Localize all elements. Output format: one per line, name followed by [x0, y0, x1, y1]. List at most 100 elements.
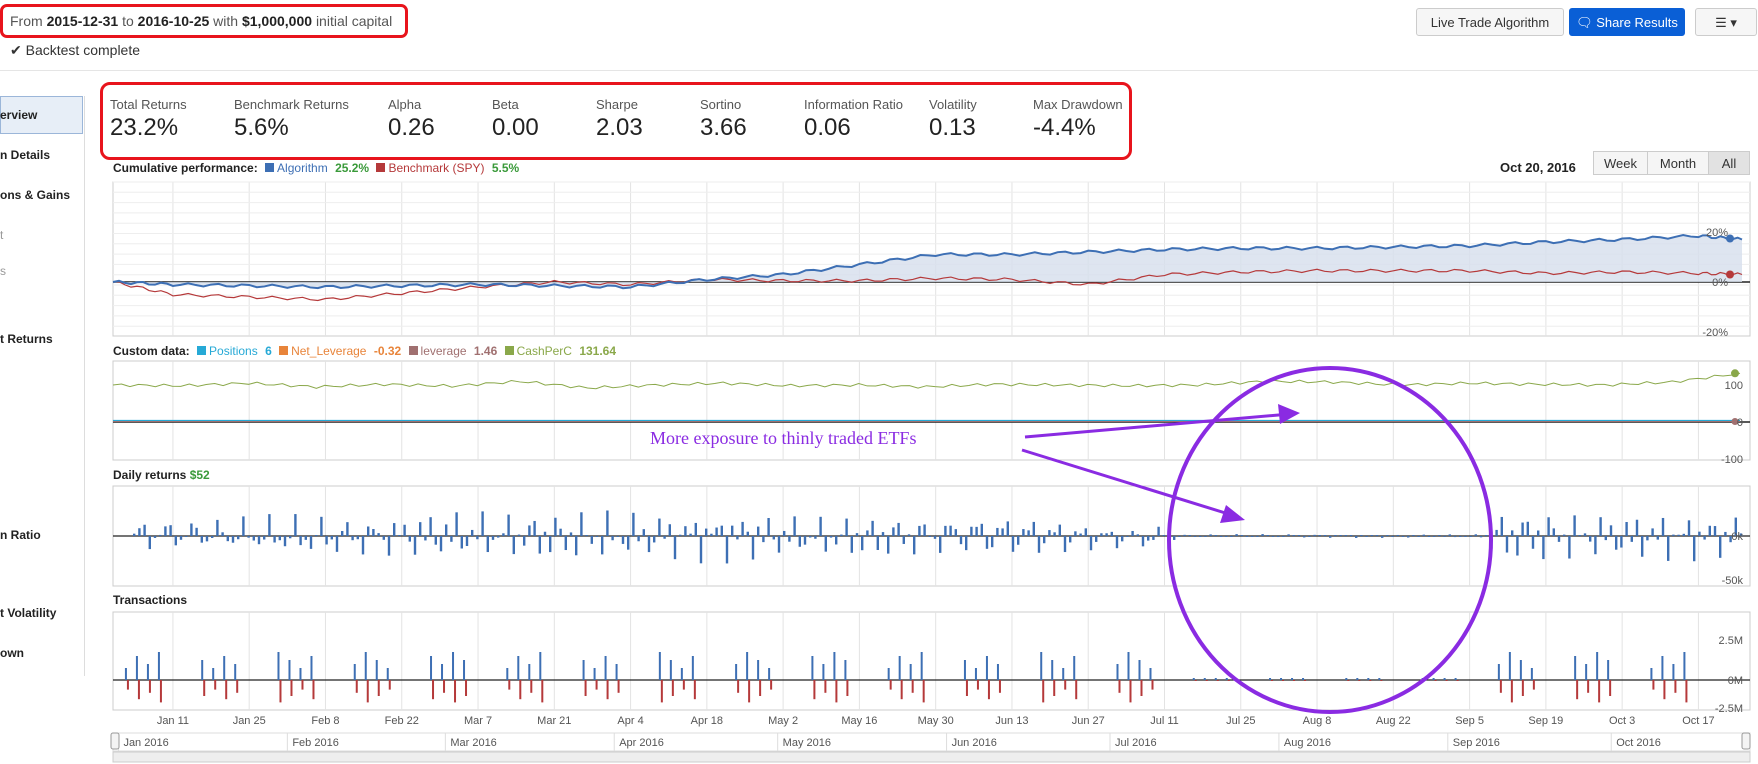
buy-bar [1138, 660, 1141, 680]
daily-return-bar [1703, 536, 1706, 540]
sell-bar [1663, 680, 1666, 700]
daily-return-bar [143, 524, 146, 536]
sell-bar [443, 680, 446, 693]
x-tick-label: Apr 4 [617, 715, 643, 727]
sell-bar [1652, 680, 1655, 690]
buy-bar [539, 652, 542, 680]
daily-return-bar [1677, 534, 1680, 536]
sell-bar [1532, 680, 1535, 690]
daily-return-bar [939, 536, 942, 553]
sell-bar [1042, 680, 1045, 703]
buy-bar [1073, 656, 1076, 680]
sell-bar [454, 680, 457, 703]
sell-bar [1576, 680, 1579, 700]
daily-return-bar [263, 536, 266, 540]
daily-return-bar [611, 536, 614, 541]
daily-return-bar [533, 520, 536, 536]
daily-return-bar [1115, 536, 1119, 549]
daily-return-bar [450, 536, 453, 542]
navigator-label: Aug 2016 [1284, 737, 1331, 749]
daily-return-bar [928, 536, 931, 537]
daily-return-bar [1724, 531, 1727, 536]
daily-return-bar [398, 535, 401, 536]
sell-bar [1445, 680, 1448, 681]
daily-return-bar [1131, 530, 1134, 536]
buy-bar [1225, 678, 1228, 680]
sell-bar [835, 680, 838, 703]
buy-bar [1661, 656, 1664, 680]
daily-return-bar [1594, 536, 1597, 555]
daily-return-bar [835, 536, 838, 545]
daily-return-bar [762, 536, 765, 543]
daily-return-bar [1027, 530, 1030, 536]
y-tick-label: 0k [1731, 531, 1743, 543]
daily-return-bar [1329, 536, 1332, 538]
daily-return-bar [1173, 536, 1176, 540]
y-tick-label: 20% [1706, 227, 1728, 239]
x-tick-label: Jul 11 [1150, 715, 1179, 727]
buy-bar [430, 656, 433, 680]
buy-bar [353, 664, 356, 680]
buy-bar [201, 660, 204, 680]
daily-return-bar [1708, 525, 1711, 536]
x-tick-label: Oct 17 [1682, 715, 1714, 727]
daily-return-bar [1037, 536, 1041, 553]
daily-return-bar [606, 510, 609, 536]
daily-return-bar [793, 516, 796, 536]
sell-bar [1129, 680, 1132, 703]
daily-return-bar [1583, 533, 1587, 536]
sell-bar [541, 680, 544, 703]
daily-return-bar [1396, 534, 1399, 536]
daily-return-bar [1568, 536, 1571, 559]
daily-return-bar [881, 532, 885, 536]
daily-return-bar [1656, 536, 1659, 540]
x-tick-label: Oct 3 [1609, 715, 1635, 727]
daily-return-bar [1089, 536, 1093, 551]
daily-return-bar [1511, 530, 1514, 536]
daily-return-bar [642, 529, 645, 536]
daily-return-bar [211, 536, 214, 538]
navigator-label: Jul 2016 [1115, 737, 1157, 749]
range-handle-left[interactable] [110, 732, 120, 750]
buy-bar [1062, 668, 1065, 680]
daily-return-bar [1381, 536, 1384, 538]
navigator-label: Oct 2016 [1616, 737, 1661, 749]
sell-bar [290, 680, 293, 696]
daily-return-bar [725, 536, 729, 564]
sell-bar [1216, 680, 1219, 681]
daily-return-bar [965, 536, 968, 551]
daily-return-bar [1469, 536, 1472, 537]
y-tick-label: 2.5M [1719, 635, 1743, 647]
daily-return-bar [1126, 536, 1129, 537]
buy-bar [920, 652, 923, 680]
daily-return-bar [486, 536, 489, 553]
daily-return-bar [237, 536, 240, 540]
daily-return-bar [601, 536, 604, 555]
sell-bar [671, 680, 674, 696]
daily-return-bar [523, 536, 526, 546]
daily-return-bar [803, 536, 807, 545]
daily-return-bar [1563, 534, 1566, 536]
daily-return-bar [1682, 533, 1685, 536]
buy-bar [746, 652, 749, 680]
daily-return-bar [465, 536, 469, 546]
buy-bar [963, 660, 966, 680]
range-handle-right[interactable] [1741, 732, 1751, 750]
daily-return-bar [715, 527, 718, 536]
daily-return-bar [632, 512, 635, 536]
buy-bar [1443, 678, 1446, 680]
daily-return-bar [1011, 536, 1015, 552]
daily-return-bar [1495, 529, 1498, 536]
daily-return-bar [1308, 536, 1311, 537]
daily-return-bar [1334, 535, 1337, 536]
daily-return-bar [595, 536, 599, 537]
buy-bar [1683, 652, 1686, 680]
daily-return-bar [1349, 535, 1353, 536]
daily-return-bar [372, 528, 375, 536]
daily-return-bar [1620, 536, 1623, 548]
daily-return-bar [1074, 531, 1077, 536]
daily-return-bar [242, 516, 245, 536]
daily-return-bar [1110, 531, 1113, 536]
daily-return-bar [1069, 536, 1072, 543]
daily-return-bar [356, 536, 359, 540]
